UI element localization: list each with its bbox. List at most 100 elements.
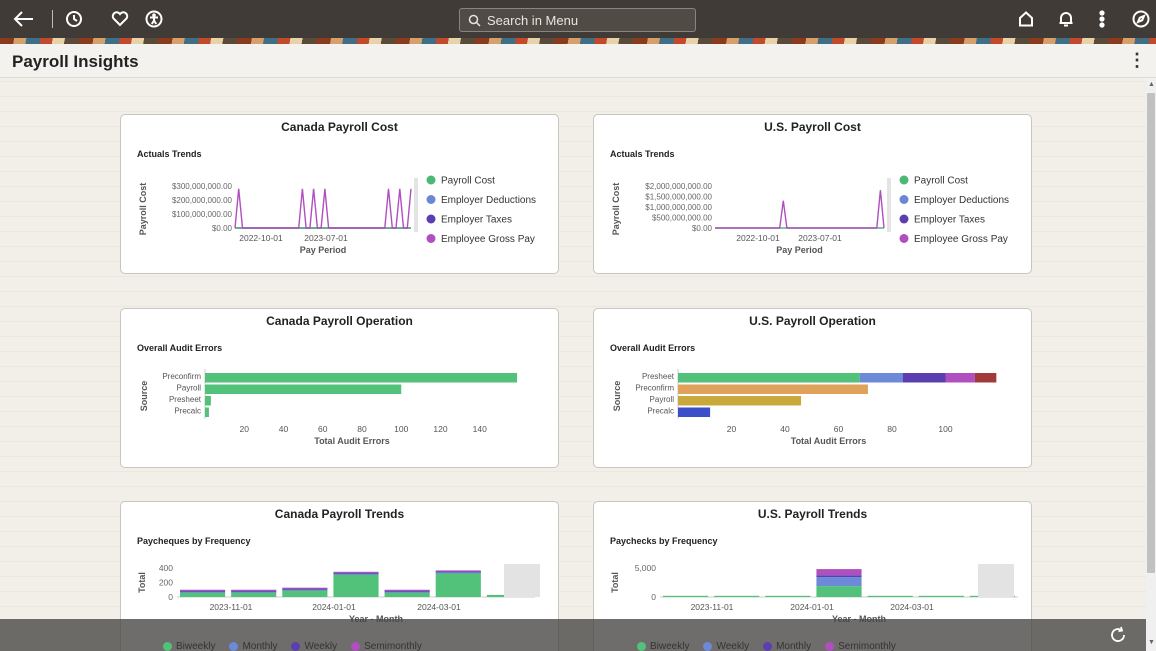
y-tick-label: $2,000,000,000.00 bbox=[645, 182, 712, 191]
legend-swatch bbox=[426, 175, 436, 185]
x-axis-label: Pay Period bbox=[300, 245, 347, 255]
scrollbar-thumb[interactable] bbox=[1147, 93, 1155, 573]
legend-swatch bbox=[763, 642, 773, 651]
column-segment-biweekly bbox=[231, 592, 277, 597]
legend-swatch bbox=[899, 195, 909, 204]
column-segment-empty bbox=[918, 595, 964, 597]
accessibility-icon[interactable] bbox=[140, 0, 168, 38]
x-tick-label: 80 bbox=[357, 424, 367, 434]
legend-swatch bbox=[899, 234, 909, 243]
column-segment-semimonthly bbox=[384, 589, 430, 591]
legend-label: Employee Gross Pay bbox=[441, 234, 535, 245]
audit-error-bar-segment bbox=[678, 384, 868, 394]
canada-payroll-operation-tile[interactable]: Canada Payroll Operation Overall Audit E… bbox=[120, 308, 559, 468]
legend-label: Semimonthly bbox=[364, 641, 422, 651]
x-tick-label: 60 bbox=[318, 424, 328, 434]
legend-item: Monthly bbox=[229, 641, 277, 651]
x-tick-label: 40 bbox=[279, 424, 289, 434]
column-segment-biweekly bbox=[384, 592, 430, 597]
legend-item: Weekly bbox=[703, 641, 749, 651]
legend-swatch bbox=[291, 642, 301, 651]
x-tick-label: 2022-10-01 bbox=[736, 233, 780, 243]
x-tick-label: 140 bbox=[473, 424, 487, 434]
x-tick-label: 60 bbox=[834, 424, 844, 434]
us-trends-legend: Biweekly Weekly Monthly Semimonthly bbox=[637, 641, 910, 651]
page-actions-kebab-icon[interactable]: ⋮ bbox=[1128, 50, 1146, 71]
y-axis-label: Source bbox=[139, 381, 149, 412]
home-icon[interactable] bbox=[1012, 0, 1040, 38]
column-segment-monthly bbox=[333, 573, 379, 575]
legend-label: Employer Deductions bbox=[441, 195, 536, 206]
chart-scroll-region bbox=[978, 564, 1014, 597]
favorites-icon[interactable] bbox=[106, 0, 134, 38]
y-tick-label: $0.00 bbox=[692, 224, 713, 233]
legend-label: Biweekly bbox=[176, 641, 216, 651]
legend-label: Employer Taxes bbox=[914, 215, 985, 226]
x-tick-label: 100 bbox=[394, 424, 408, 434]
y-axis-label: Total bbox=[610, 572, 620, 593]
y-tick-label: $1,000,000,000.00 bbox=[645, 203, 712, 212]
legend-label: Employer Taxes bbox=[441, 215, 512, 226]
refresh-icon[interactable] bbox=[1108, 625, 1128, 650]
column-segment-empty bbox=[765, 595, 811, 597]
legend-item: Biweekly bbox=[163, 641, 215, 651]
column-segment-semimonthly bbox=[180, 589, 226, 591]
x-tick-label: 2024-03-01 bbox=[890, 602, 934, 612]
notification-bell-icon[interactable] bbox=[1052, 0, 1080, 38]
y-tick-label: 400 bbox=[159, 563, 173, 573]
search-icon bbox=[468, 14, 481, 27]
y-axis-label: Source bbox=[612, 381, 622, 412]
x-tick-label: 20 bbox=[727, 424, 737, 434]
back-arrow-icon[interactable] bbox=[8, 0, 40, 38]
legend-label: Employer Deductions bbox=[914, 195, 1009, 206]
x-tick-label: 2022-10-01 bbox=[239, 233, 283, 243]
column-segment-empty bbox=[714, 595, 760, 597]
navigator-compass-icon[interactable] bbox=[1128, 0, 1154, 38]
legend-swatch bbox=[426, 234, 436, 243]
legend-swatch bbox=[426, 195, 436, 204]
canada-trends-legend: Biweekly Monthly Weekly Semimonthly bbox=[163, 641, 436, 651]
x-tick-label: 2024-01-01 bbox=[790, 602, 834, 612]
x-tick-label: 100 bbox=[938, 424, 952, 434]
column-segment-monthly bbox=[180, 591, 226, 593]
x-tick-label: 2023-11-01 bbox=[691, 602, 734, 612]
actions-kebab-icon[interactable] bbox=[1090, 0, 1114, 38]
column-segment-weekly bbox=[816, 577, 862, 587]
top-navigation-bar: Search in Menu bbox=[0, 0, 1156, 38]
audit-error-bar-segment bbox=[678, 373, 860, 383]
column-segment-biweekly bbox=[180, 592, 226, 597]
audit-error-bar bbox=[205, 407, 209, 417]
y-axis-label: Total bbox=[137, 572, 147, 593]
legend-swatch bbox=[703, 642, 713, 651]
audit-error-bar-segment bbox=[678, 396, 802, 406]
column-segment-semimonthly bbox=[435, 570, 481, 572]
canada-payroll-cost-tile[interactable]: Canada Payroll Cost Actuals Trends Payro… bbox=[120, 114, 559, 274]
legend-label: Weekly bbox=[716, 641, 750, 651]
vertical-scrollbar[interactable]: ▲ ▼ bbox=[1146, 79, 1156, 651]
y-tick-label: $200,000,000.00 bbox=[172, 196, 233, 205]
y-tick-label: $0.00 bbox=[212, 224, 233, 233]
scroll-down-arrow-icon[interactable]: ▼ bbox=[1148, 639, 1155, 646]
x-axis-label: Total Audit Errors bbox=[791, 436, 867, 446]
legend-item: Semimonthly bbox=[825, 641, 896, 651]
column-segment-empty bbox=[663, 595, 709, 597]
legend-label: Semimonthly bbox=[838, 641, 896, 651]
search-input[interactable]: Search in Menu bbox=[459, 8, 696, 32]
y-tick-label: 0 bbox=[651, 592, 656, 602]
history-icon[interactable] bbox=[60, 0, 88, 38]
us-payroll-operation-tile[interactable]: U.S. Payroll Operation Overall Audit Err… bbox=[593, 308, 1032, 468]
y-tick-label: $300,000,000.00 bbox=[172, 182, 233, 191]
category-label: Payroll bbox=[177, 384, 202, 393]
x-tick-label: 2024-03-01 bbox=[417, 602, 461, 612]
category-label: Presheet bbox=[642, 372, 675, 381]
x-tick-label: 2024-01-01 bbox=[312, 602, 356, 612]
audit-error-bar bbox=[205, 396, 211, 406]
audit-error-bar bbox=[205, 373, 518, 383]
scroll-up-arrow-icon[interactable]: ▲ bbox=[1148, 81, 1155, 88]
legend-item: Weekly bbox=[291, 641, 337, 651]
column-segment-semimonthly bbox=[816, 569, 862, 576]
y-axis-label: Payroll Cost bbox=[611, 183, 621, 236]
us-payroll-cost-tile[interactable]: U.S. Payroll Cost Actuals Trends Payroll… bbox=[593, 114, 1032, 274]
x-tick-label: 2023-07-01 bbox=[798, 233, 842, 243]
column-segment-monthly bbox=[384, 591, 430, 593]
